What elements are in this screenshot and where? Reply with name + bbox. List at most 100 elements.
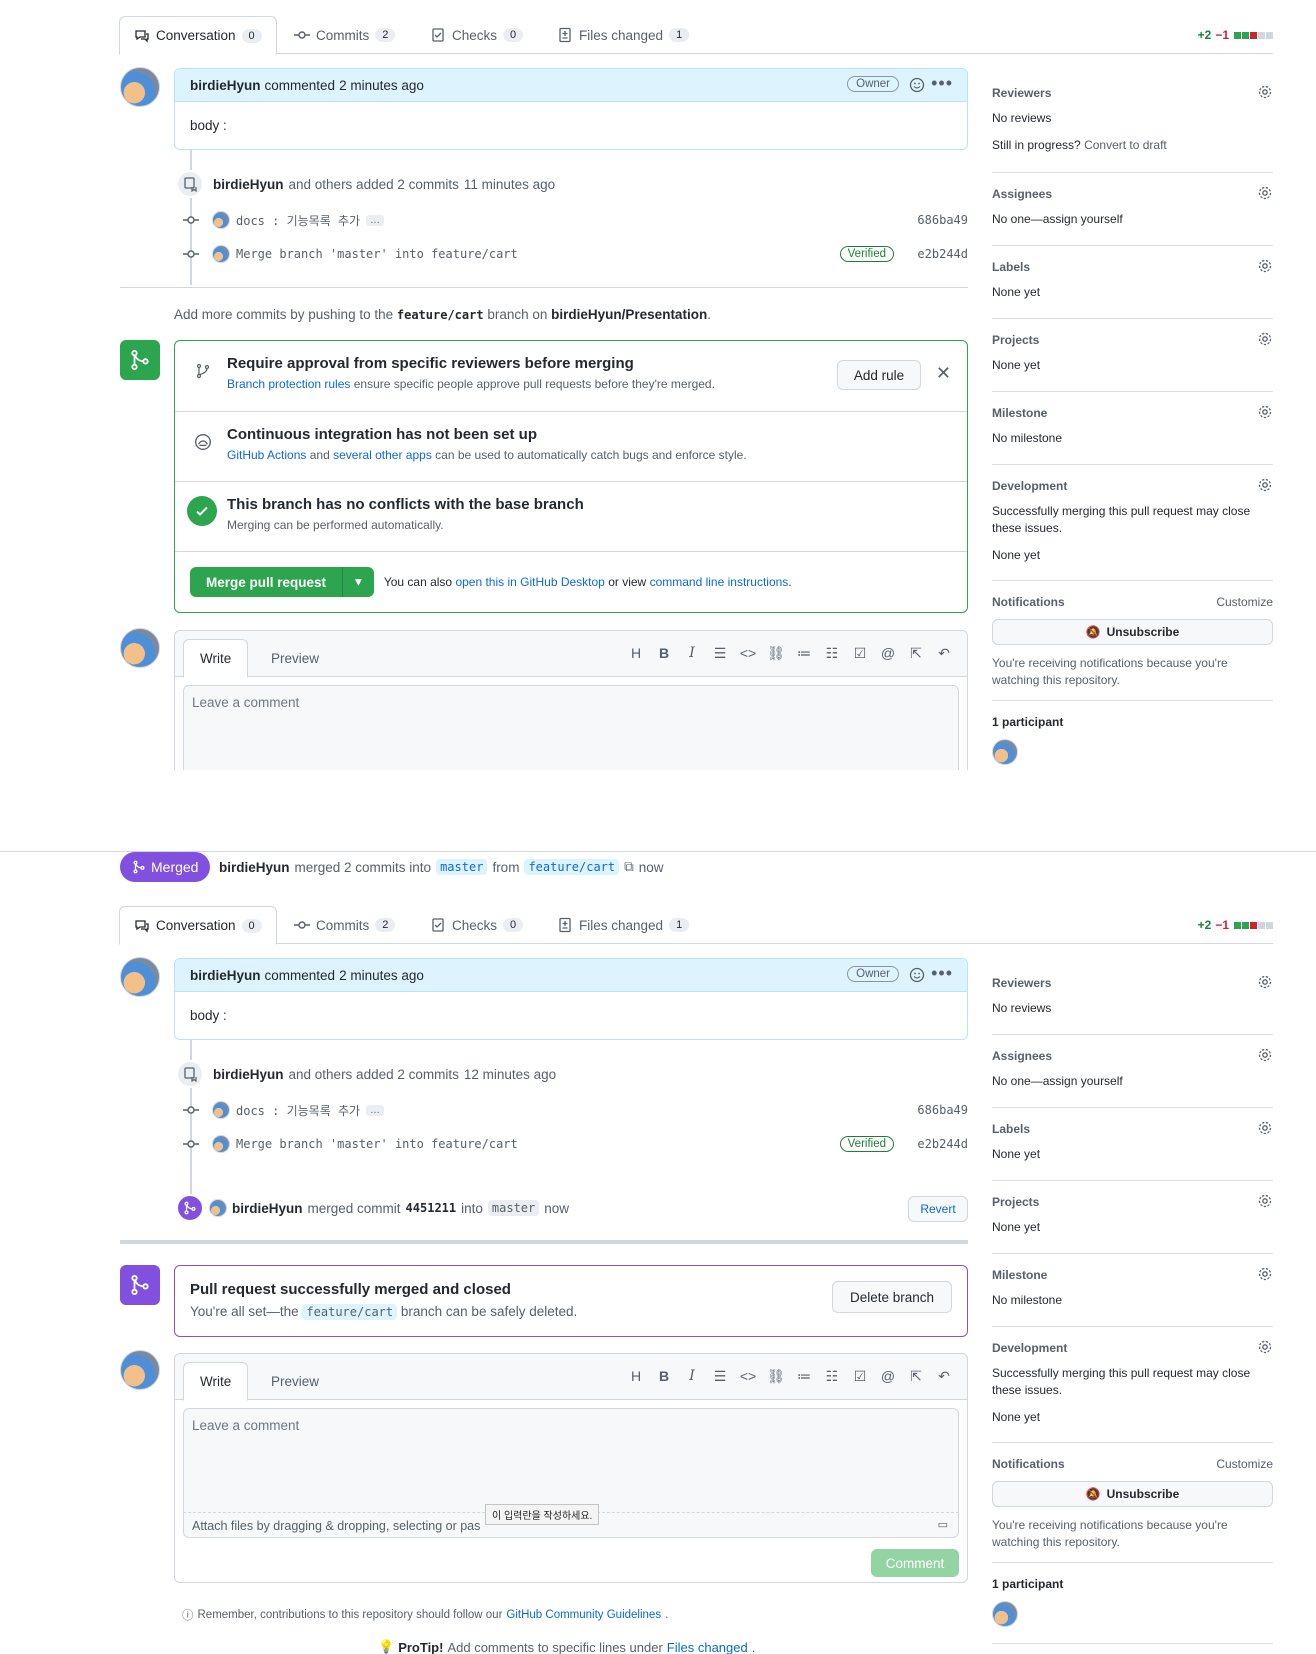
revert-button[interactable]: Revert — [908, 1196, 968, 1222]
reply-icon[interactable]: ↶ — [935, 1368, 953, 1385]
commit-message[interactable]: Merge branch 'master' into feature/cart — [236, 1137, 518, 1151]
participant-avatar[interactable] — [992, 1601, 1018, 1627]
kebab-menu-icon[interactable]: ••• — [931, 963, 953, 984]
unsubscribe-button[interactable]: 🔕 Unsubscribe — [992, 619, 1273, 645]
italic-icon[interactable]: I — [683, 1368, 701, 1385]
command-line-link[interactable]: command line instructions — [650, 575, 789, 589]
head-branch[interactable]: feature/cart — [524, 859, 620, 875]
code-icon[interactable]: <> — [739, 1368, 757, 1385]
tab-conversation[interactable]: Conversation 0 — [119, 906, 277, 945]
gear-icon[interactable] — [1257, 84, 1273, 100]
tab-preview[interactable]: Preview — [255, 639, 335, 677]
markdown-icon[interactable]: ▭ — [938, 1518, 948, 1531]
gear-icon[interactable] — [1257, 974, 1273, 990]
numbered-list-icon[interactable]: ☷ — [823, 1368, 841, 1385]
heading-icon[interactable]: H — [627, 1368, 645, 1385]
customize-link[interactable]: Customize — [1216, 1457, 1273, 1471]
italic-icon[interactable]: I — [683, 645, 701, 662]
gear-icon[interactable] — [1257, 404, 1273, 420]
base-branch[interactable]: master — [436, 859, 488, 875]
comment-time[interactable]: 2 minutes ago — [339, 968, 424, 983]
other-apps-link[interactable]: several other apps — [333, 448, 432, 462]
quote-icon[interactable]: ☰ — [711, 1368, 729, 1385]
mention-icon[interactable]: @ — [879, 1368, 897, 1385]
assign-yourself-link[interactable]: No one—assign yourself — [992, 1073, 1273, 1090]
branch-protection-link[interactable]: Branch protection rules — [227, 377, 350, 391]
commit-message[interactable]: docs : 기능목록 추가 — [236, 1102, 360, 1119]
tab-checks[interactable]: Checks 0 — [416, 16, 537, 54]
bold-icon[interactable]: B — [655, 645, 673, 662]
link-icon[interactable]: ⛓ — [767, 645, 785, 662]
convert-to-draft-link[interactable]: Convert to draft — [1084, 138, 1167, 152]
bulleted-list-icon[interactable]: ≔ — [795, 645, 813, 662]
task-list-icon[interactable]: ☑ — [851, 645, 869, 662]
numbered-list-icon[interactable]: ☷ — [823, 645, 841, 662]
unsubscribe-button[interactable]: 🔕 Unsubscribe — [992, 1481, 1273, 1507]
open-desktop-link[interactable]: open this in GitHub Desktop — [455, 575, 604, 589]
comment-author[interactable]: birdieHyun — [190, 78, 261, 93]
delete-branch-button[interactable]: Delete branch — [832, 1281, 952, 1313]
avatar[interactable] — [212, 1101, 230, 1119]
assign-yourself-link[interactable]: No one—assign yourself — [992, 211, 1273, 228]
reference-icon[interactable]: ⇱ — [907, 1368, 925, 1385]
participant-avatar[interactable] — [992, 739, 1018, 765]
comment-textarea[interactable]: Leave a comment — [183, 685, 959, 770]
gear-icon[interactable] — [1257, 1339, 1273, 1355]
avatar[interactable] — [212, 211, 230, 229]
tab-commits[interactable]: Commits 2 — [280, 16, 409, 54]
github-actions-link[interactable]: GitHub Actions — [227, 448, 306, 462]
commit-sha[interactable]: 686ba49 — [917, 213, 968, 227]
quote-icon[interactable]: ☰ — [711, 645, 729, 662]
reply-icon[interactable]: ↶ — [935, 645, 953, 662]
ellipsis-button[interactable]: … — [366, 214, 385, 226]
gear-icon[interactable] — [1257, 477, 1273, 493]
ellipsis-button[interactable]: … — [366, 1104, 385, 1116]
customize-link[interactable]: Customize — [1216, 595, 1273, 609]
task-list-icon[interactable]: ☑ — [851, 1368, 869, 1385]
tab-commits[interactable]: Commits 2 — [280, 906, 409, 944]
comment-time[interactable]: 2 minutes ago — [339, 78, 424, 93]
avatar[interactable] — [120, 1350, 160, 1390]
verified-badge[interactable]: Verified — [839, 246, 894, 262]
smiley-icon[interactable] — [909, 77, 925, 93]
avatar[interactable] — [120, 628, 160, 668]
tab-conversation[interactable]: Conversation 0 — [119, 16, 277, 55]
tab-preview[interactable]: Preview — [255, 1362, 335, 1400]
comment-button[interactable]: Comment — [871, 1549, 959, 1577]
gear-icon[interactable] — [1257, 1193, 1273, 1209]
commit-sha[interactable]: 686ba49 — [917, 1103, 968, 1117]
avatar[interactable] — [209, 1199, 227, 1217]
merge-pull-request-button[interactable]: Merge pull request ▾ — [190, 567, 374, 597]
tab-files-changed[interactable]: Files changed 1 — [543, 16, 703, 54]
avatar[interactable] — [120, 67, 160, 107]
avatar[interactable] — [212, 1135, 230, 1153]
commit-message[interactable]: Merge branch 'master' into feature/cart — [236, 247, 518, 261]
kebab-menu-icon[interactable]: ••• — [931, 73, 953, 94]
link-icon[interactable]: ⛓ — [767, 1368, 785, 1385]
heading-icon[interactable]: H — [627, 645, 645, 662]
bold-icon[interactable]: B — [655, 1368, 673, 1385]
tab-files-changed[interactable]: Files changed 1 — [543, 906, 703, 944]
copy-icon[interactable]: ⧉ — [624, 859, 634, 875]
bulleted-list-icon[interactable]: ≔ — [795, 1368, 813, 1385]
mention-icon[interactable]: @ — [879, 645, 897, 662]
gear-icon[interactable] — [1257, 258, 1273, 274]
gear-icon[interactable] — [1257, 1047, 1273, 1063]
merge-commit-sha[interactable]: 4451211 — [406, 1201, 457, 1215]
commit-sha[interactable]: e2b244d — [917, 1137, 968, 1151]
reference-icon[interactable]: ⇱ — [907, 645, 925, 662]
community-guidelines-link[interactable]: GitHub Community Guidelines — [506, 1609, 661, 1621]
tab-write[interactable]: Write — [183, 639, 249, 678]
files-changed-link[interactable]: Files changed — [667, 1640, 748, 1654]
tab-write[interactable]: Write — [183, 1362, 249, 1401]
code-icon[interactable]: <> — [739, 645, 757, 662]
gear-icon[interactable] — [1257, 1266, 1273, 1282]
gear-icon[interactable] — [1257, 331, 1273, 347]
comment-author[interactable]: birdieHyun — [190, 968, 261, 983]
smiley-icon[interactable] — [909, 967, 925, 983]
gear-icon[interactable] — [1257, 185, 1273, 201]
gear-icon[interactable] — [1257, 1120, 1273, 1136]
close-icon[interactable]: ✕ — [936, 363, 951, 384]
commit-message[interactable]: docs : 기능목록 추가 — [236, 212, 360, 229]
add-rule-button[interactable]: Add rule — [837, 360, 921, 390]
